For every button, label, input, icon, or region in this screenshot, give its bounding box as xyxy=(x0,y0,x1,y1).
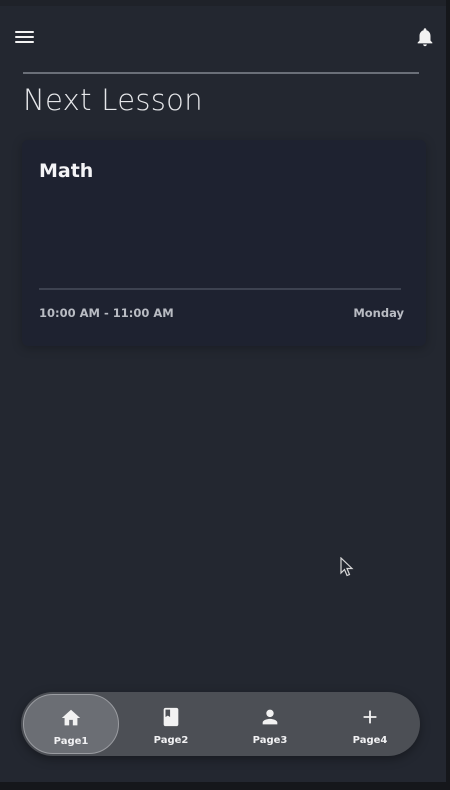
card-divider xyxy=(39,288,401,290)
window-edge xyxy=(0,782,450,790)
home-icon xyxy=(60,707,82,729)
nav-item-page3[interactable]: Page3 xyxy=(222,694,318,754)
nav-label: Page4 xyxy=(352,735,388,746)
lesson-subject: Math xyxy=(39,160,94,182)
bell-icon[interactable] xyxy=(414,26,436,48)
status-strip xyxy=(0,0,446,6)
mouse-cursor-icon xyxy=(340,556,354,577)
nav-item-page1[interactable]: Page1 xyxy=(23,694,119,754)
lesson-time: 10:00 AM - 11:00 AM xyxy=(39,306,174,320)
book-icon xyxy=(160,706,182,728)
header-divider xyxy=(23,72,419,74)
hamburger-menu-icon[interactable] xyxy=(14,28,36,46)
lesson-day: Monday xyxy=(353,306,404,320)
window-edge xyxy=(446,0,450,790)
lesson-card[interactable]: Math 10:00 AM - 11:00 AM Monday xyxy=(22,140,426,346)
bottom-navigation: Page1 Page2 Page3 Page4 xyxy=(21,692,420,756)
app-screen: Next Lesson Math 10:00 AM - 11:00 AM Mon… xyxy=(0,0,446,782)
nav-label: Page1 xyxy=(53,736,89,747)
nav-item-page4[interactable]: Page4 xyxy=(322,694,418,754)
nav-label: Page2 xyxy=(153,735,189,746)
person-icon xyxy=(259,706,281,728)
page-title: Next Lesson xyxy=(23,83,203,117)
plus-icon xyxy=(359,706,381,728)
nav-item-page2[interactable]: Page2 xyxy=(123,694,219,754)
nav-label: Page3 xyxy=(252,735,288,746)
